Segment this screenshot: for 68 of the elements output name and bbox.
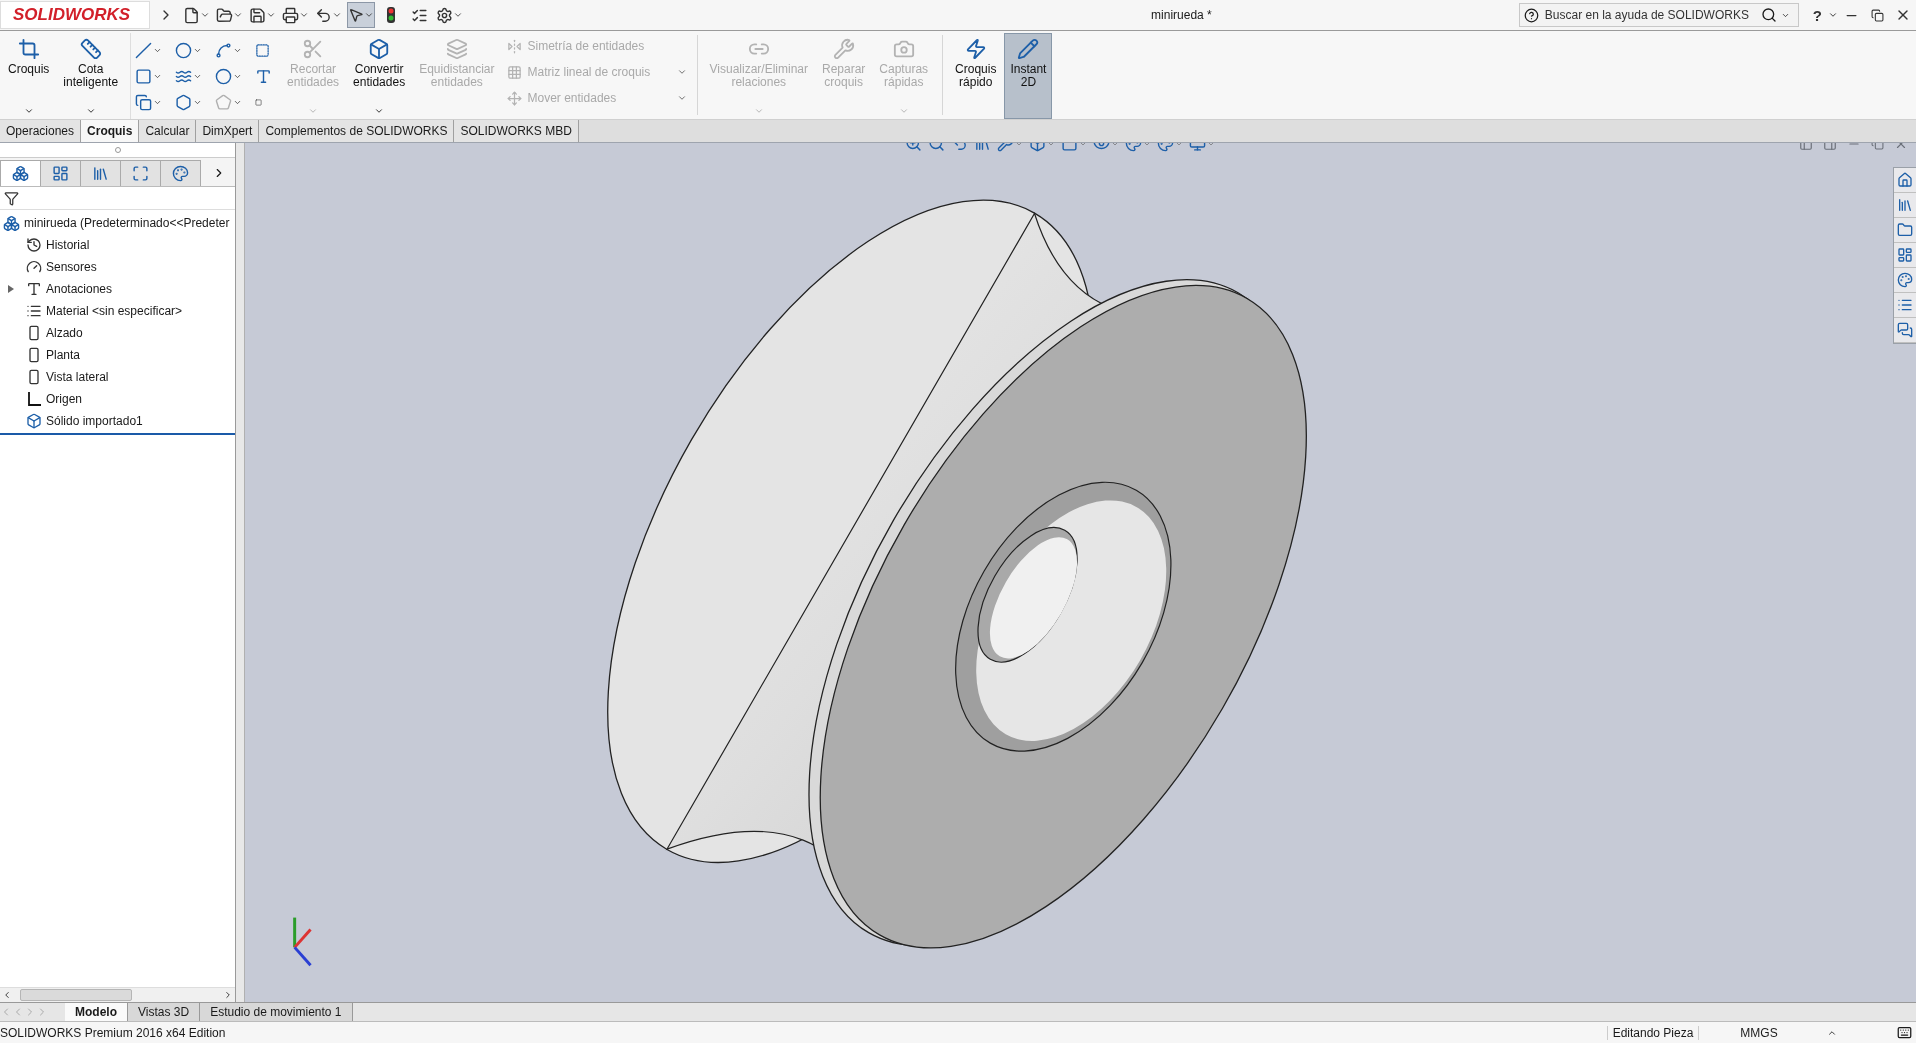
caret-icon[interactable] [374, 106, 385, 116]
search-icon[interactable] [1760, 7, 1777, 23]
history-folder-icon [26, 237, 42, 253]
quick-sketch-icon [964, 38, 987, 60]
ribbon-button[interactable]: Convertir entidades [347, 33, 412, 119]
help-button[interactable]: ? [1812, 6, 1822, 24]
model-tab[interactable]: Modelo [65, 1003, 128, 1021]
help-search-field[interactable]: Buscar en la ayuda de SOLIDWORKS [1518, 3, 1799, 27]
tree-item[interactable]: Sólido importado1 [46, 414, 143, 428]
grip-icon [114, 147, 121, 153]
status-text: SOLIDWORKS Premium 2016 x64 Edition [0, 1025, 226, 1040]
tree-item[interactable]: Planta [46, 348, 81, 362]
pattern-icon [506, 64, 522, 80]
material-icon [26, 303, 42, 319]
camera-icon [892, 38, 915, 60]
move-icon [506, 90, 522, 106]
plane-icon [26, 369, 42, 385]
keyboard-icon[interactable] [1897, 1025, 1912, 1040]
model-tab[interactable]: Vistas 3D [128, 1003, 201, 1021]
dimension-icon [79, 38, 102, 60]
scrollbar-thumb[interactable] [20, 989, 132, 1001]
plane-icon [26, 347, 42, 363]
appearance-icon[interactable] [160, 160, 201, 186]
ribbon-button[interactable]: Croquis [2, 33, 56, 119]
caret-icon[interactable] [85, 106, 96, 116]
command-tab[interactable]: Complementos de SOLIDWORKS [259, 120, 455, 142]
mirror-icon [506, 38, 522, 54]
solidworks-logo: SOLIDWORKS [0, 1, 150, 29]
caret-icon[interactable] [1828, 10, 1838, 20]
ribbon-button[interactable]: Cota inteligente [57, 33, 125, 119]
tree-item[interactable]: Historial [46, 238, 90, 252]
status-text: Editando Pieza [1607, 1025, 1698, 1040]
axis-triad-icon [293, 917, 312, 967]
part-tree-icon[interactable] [0, 160, 41, 186]
help-icon [1523, 7, 1539, 23]
cube-icon [368, 38, 391, 60]
expand-arrow-icon[interactable] [8, 285, 14, 293]
command-tab[interactable]: Calcular [139, 120, 197, 142]
caret-icon[interactable] [23, 106, 34, 116]
command-tab[interactable]: Croquis [81, 120, 140, 142]
solid-body-icon [26, 413, 42, 429]
tree-item[interactable]: Anotaciones [46, 282, 113, 296]
plane-icon [26, 325, 42, 341]
select-pointer-icon[interactable] [347, 2, 375, 28]
origin-axes-icon [26, 391, 42, 407]
filter-icon[interactable] [4, 190, 19, 206]
units-menu[interactable]: MMGS [1698, 1025, 1819, 1040]
gauge-folder-icon [26, 259, 42, 275]
command-tab[interactable]: Operaciones [0, 120, 82, 142]
tree-item[interactable]: Sensores [46, 260, 97, 274]
tree-item[interactable]: Vista lateral [46, 370, 109, 384]
tree-item[interactable]: minirueda (Predeterminado<<Predeter [24, 216, 230, 230]
model-tab[interactable]: Estudio de movimiento 1 [200, 1003, 353, 1021]
instant-2d-icon [1017, 38, 1040, 60]
tree-item[interactable]: Alzado [46, 326, 83, 340]
ribbon-button[interactable]: Croquis rápido [949, 33, 1003, 119]
scroll-left-icon[interactable] [2, 990, 12, 1000]
tree-item[interactable]: Material <sin especificar> [46, 304, 183, 318]
command-tab[interactable]: DimXpert [196, 120, 260, 142]
document-title: minirueda * [1150, 8, 1212, 22]
wrench-icon [832, 38, 855, 60]
tree-item[interactable]: Origen [46, 392, 83, 406]
property-list-icon[interactable] [40, 160, 81, 186]
annotation-folder-icon [26, 281, 42, 297]
ribbon-button[interactable]: Instant 2D [1004, 33, 1053, 119]
command-tab[interactable]: SOLIDWORKS MBD [454, 120, 579, 142]
part-icon [3, 214, 20, 232]
scroll-right-icon[interactable] [223, 990, 233, 1000]
